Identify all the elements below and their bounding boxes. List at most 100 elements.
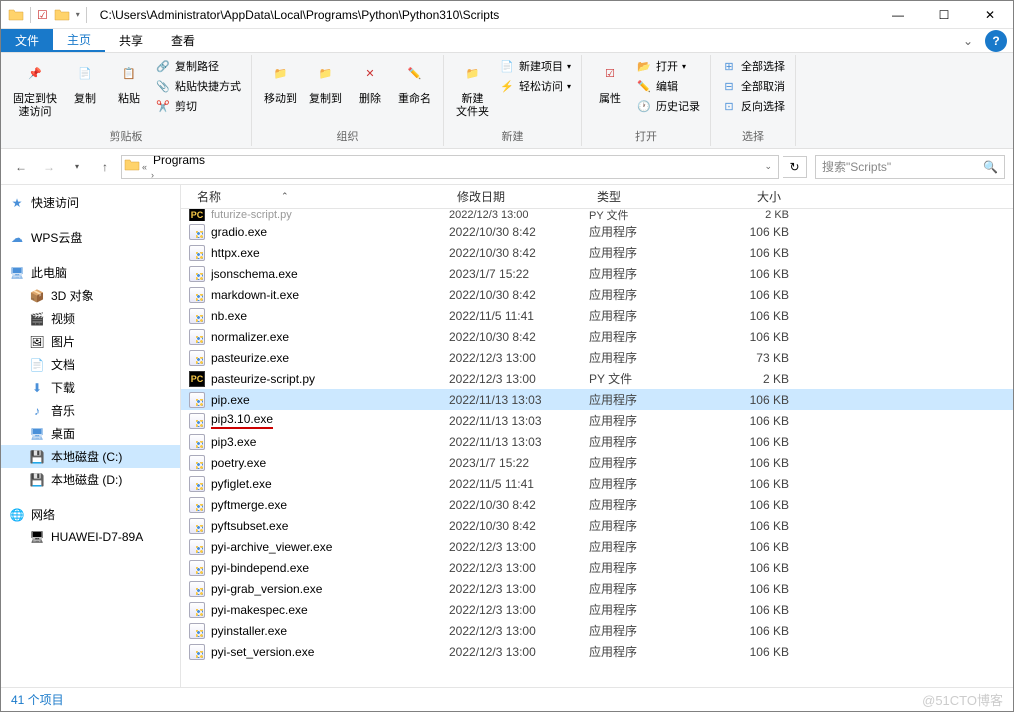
network-icon: 🌐 xyxy=(9,507,25,523)
navigation-pane[interactable]: ★快速访问 ☁WPS云盘 🖥此电脑 📦3D 对象 🎬视频 🖼图片 📄文档 ⬇下载… xyxy=(1,185,181,687)
search-icon: 🔍 xyxy=(983,160,998,174)
sidebar-diskc[interactable]: 💾本地磁盘 (C:) xyxy=(1,445,180,468)
file-row[interactable]: pip3.exe2022/11/13 13:03应用程序106 KB xyxy=(181,431,1013,452)
tab-home[interactable]: 主页 xyxy=(53,29,105,52)
file-row[interactable]: jsonschema.exe2023/1/7 15:22应用程序106 KB xyxy=(181,263,1013,284)
recent-dropdown[interactable]: ▾ xyxy=(65,155,89,179)
cut-button[interactable]: ✂️剪切 xyxy=(153,97,243,115)
forward-button[interactable]: → xyxy=(37,155,61,179)
file-row[interactable]: pyi-bindepend.exe2022/12/3 13:00应用程序106 … xyxy=(181,557,1013,578)
selectall-button[interactable]: ⊞全部选择 xyxy=(719,57,787,75)
file-row[interactable]: gradio.exe2022/10/30 8:42应用程序106 KB xyxy=(181,221,1013,242)
file-row[interactable]: pip3.10.exe2022/11/13 13:03应用程序106 KB xyxy=(181,410,1013,431)
file-row[interactable]: pyftsubset.exe2022/10/30 8:42应用程序106 KB xyxy=(181,515,1013,536)
newitem-button[interactable]: 📄新建项目▾ xyxy=(497,57,573,75)
sidebar-documents[interactable]: 📄文档 xyxy=(1,353,180,376)
selectnone-button[interactable]: ⊟全部取消 xyxy=(719,77,787,95)
search-box[interactable]: 搜索"Scripts" 🔍 xyxy=(815,155,1005,179)
breadcrumb-programs[interactable]: Programs xyxy=(149,155,228,167)
sidebar-network[interactable]: 🌐网络 xyxy=(1,503,180,526)
maximize-button[interactable]: ☐ xyxy=(921,1,967,29)
sidebar-3dobjects[interactable]: 📦3D 对象 xyxy=(1,284,180,307)
column-type[interactable]: 类型 xyxy=(589,188,709,205)
file-row[interactable]: pyi-makespec.exe2022/12/3 13:00应用程序106 K… xyxy=(181,599,1013,620)
file-row[interactable]: pyi-grab_version.exe2022/12/3 13:00应用程序1… xyxy=(181,578,1013,599)
file-size: 106 KB xyxy=(709,603,789,617)
file-type: 应用程序 xyxy=(589,412,709,429)
invertsel-button[interactable]: ⊡反向选择 xyxy=(719,97,787,115)
copy-button[interactable]: 📄复制 xyxy=(63,57,107,108)
column-date[interactable]: 修改日期 xyxy=(449,188,589,205)
pin-quickaccess-button[interactable]: 📌固定到快 速访问 xyxy=(7,57,63,121)
delete-icon: ✕ xyxy=(354,59,386,91)
sidebar-diskd[interactable]: 💾本地磁盘 (D:) xyxy=(1,468,180,491)
properties-button[interactable]: ☑属性 xyxy=(588,57,632,108)
delete-button[interactable]: ✕删除 xyxy=(348,57,392,108)
rename-button[interactable]: ✏️重命名 xyxy=(392,57,437,108)
file-row[interactable]: pyftmerge.exe2022/10/30 8:42应用程序106 KB xyxy=(181,494,1013,515)
sidebar-downloads[interactable]: ⬇下载 xyxy=(1,376,180,399)
column-size[interactable]: 大小 xyxy=(709,188,789,205)
chevron-icon[interactable]: « xyxy=(140,162,149,172)
file-row[interactable]: PCpasteurize-script.py2022/12/3 13:00PY … xyxy=(181,368,1013,389)
file-row[interactable]: pip.exe2022/11/13 13:03应用程序106 KB xyxy=(181,389,1013,410)
sidebar-quickaccess[interactable]: ★快速访问 xyxy=(1,191,180,214)
history-button[interactable]: 🕐历史记录 xyxy=(634,97,702,115)
invertsel-icon: ⊡ xyxy=(721,98,737,114)
edit-button[interactable]: ✏️编辑 xyxy=(634,77,702,95)
file-row[interactable]: pyi-set_version.exe2022/12/3 13:00应用程序10… xyxy=(181,641,1013,662)
tab-share[interactable]: 共享 xyxy=(105,29,157,52)
sidebar-desktop[interactable]: 🖥桌面 xyxy=(1,422,180,445)
file-name: pyi-grab_version.exe xyxy=(211,582,449,596)
file-row[interactable]: pasteurize.exe2022/12/3 13:00应用程序73 KB xyxy=(181,347,1013,368)
help-button[interactable]: ? xyxy=(985,30,1007,52)
close-button[interactable]: ✕ xyxy=(967,1,1013,29)
file-type: 应用程序 xyxy=(589,559,709,576)
qat-properties-icon[interactable]: ☑ xyxy=(37,8,48,22)
file-size: 106 KB xyxy=(709,414,789,428)
open-button[interactable]: 📂打开▾ xyxy=(634,57,702,75)
file-name: pip3.10.exe xyxy=(211,412,449,428)
qat-open-icon[interactable] xyxy=(54,7,70,23)
file-row[interactable]: poetry.exe2023/1/7 15:22应用程序106 KB xyxy=(181,452,1013,473)
tab-view[interactable]: 查看 xyxy=(157,29,209,52)
file-list[interactable]: PCfuturize-script.py2022/12/3 13:00PY 文件… xyxy=(181,209,1013,687)
sidebar-music[interactable]: ♪音乐 xyxy=(1,399,180,422)
tab-file[interactable]: 文件 xyxy=(1,29,53,52)
copypath-button[interactable]: 🔗复制路径 xyxy=(153,57,243,75)
file-row[interactable]: markdown-it.exe2022/10/30 8:42应用程序106 KB xyxy=(181,284,1013,305)
newfolder-button[interactable]: 📁新建 文件夹 xyxy=(450,57,495,121)
sidebar-pictures[interactable]: 🖼图片 xyxy=(1,330,180,353)
up-button[interactable]: ↑ xyxy=(93,155,117,179)
file-row[interactable]: pyfiglet.exe2022/11/5 11:41应用程序106 KB xyxy=(181,473,1013,494)
back-button[interactable]: ← xyxy=(9,155,33,179)
sidebar-huawei[interactable]: 🖥HUAWEI-D7-89A xyxy=(1,526,180,548)
chevron-icon[interactable]: › xyxy=(149,170,156,179)
file-row[interactable]: pyi-archive_viewer.exe2022/12/3 13:00应用程… xyxy=(181,536,1013,557)
sidebar-thispc[interactable]: 🖥此电脑 xyxy=(1,261,180,284)
exe-icon xyxy=(189,581,205,597)
file-date: 2022/12/3 13:00 xyxy=(449,582,589,596)
ribbon-expand-icon[interactable]: ⌄ xyxy=(957,29,979,52)
moveto-button[interactable]: 📁移动到 xyxy=(258,57,303,108)
file-row[interactable]: pyinstaller.exe2022/12/3 13:00应用程序106 KB xyxy=(181,620,1013,641)
address-dropdown-icon[interactable]: ⌄ xyxy=(762,161,776,172)
file-row[interactable]: PCfuturize-script.py2022/12/3 13:00PY 文件… xyxy=(181,209,1013,221)
column-name[interactable]: 名称⌃ xyxy=(189,188,449,205)
file-row[interactable]: httpx.exe2022/10/30 8:42应用程序106 KB xyxy=(181,242,1013,263)
file-row[interactable]: normalizer.exe2022/10/30 8:42应用程序106 KB xyxy=(181,326,1013,347)
copyto-button[interactable]: 📁复制到 xyxy=(303,57,348,108)
refresh-button[interactable]: ↻ xyxy=(783,156,807,178)
pc-icon: 🖥 xyxy=(9,265,25,281)
paste-button[interactable]: 📋粘贴 xyxy=(107,57,151,108)
cut-icon: ✂️ xyxy=(155,98,171,114)
minimize-button[interactable]: — xyxy=(875,1,921,29)
pasteshortcut-button[interactable]: 📎粘贴快捷方式 xyxy=(153,77,243,95)
easyaccess-button[interactable]: ⚡轻松访问▾ xyxy=(497,77,573,95)
file-row[interactable]: nb.exe2022/11/5 11:41应用程序106 KB xyxy=(181,305,1013,326)
qat-dropdown-icon[interactable]: ▾ xyxy=(76,10,80,19)
file-type: 应用程序 xyxy=(589,454,709,471)
address-bar[interactable]: « Administrator›AppData›Local›Programs›P… xyxy=(121,155,779,179)
sidebar-videos[interactable]: 🎬视频 xyxy=(1,307,180,330)
sidebar-wps[interactable]: ☁WPS云盘 xyxy=(1,226,180,249)
